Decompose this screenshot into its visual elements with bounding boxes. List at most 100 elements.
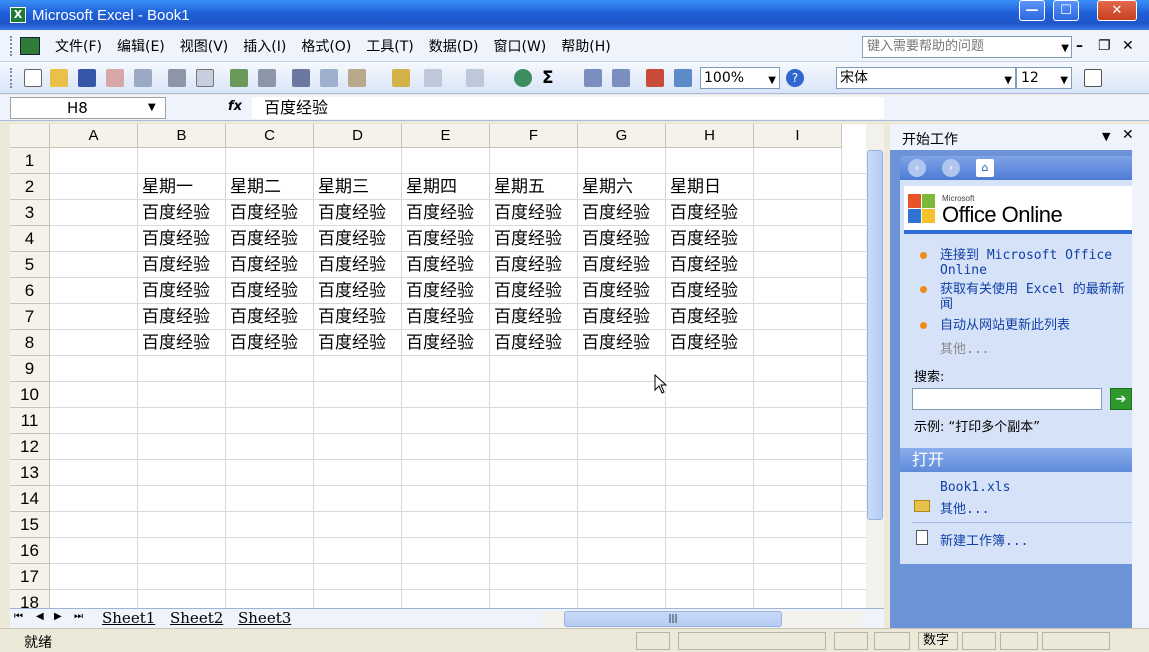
column-header-b[interactable]: B	[138, 124, 226, 148]
column-header-c[interactable]: C	[226, 124, 314, 148]
select-all-corner[interactable]	[10, 124, 50, 148]
cell-f3[interactable]: 百度经验	[490, 200, 580, 226]
cell-h8[interactable]: 百度经验	[666, 330, 756, 356]
save-icon[interactable]	[78, 69, 96, 87]
chevron-down-icon[interactable]: ▼	[1060, 71, 1068, 91]
vertical-scrollbar[interactable]	[866, 124, 884, 608]
new-workbook-link[interactable]: 新建工作簿...	[940, 530, 1028, 549]
forward-icon[interactable]: ›	[942, 159, 960, 177]
menu-view[interactable]: 视图(V)	[180, 36, 229, 56]
minimize-button[interactable]: —	[1019, 0, 1045, 21]
menu-tools[interactable]: 工具(T)	[366, 36, 413, 56]
horizontal-scroll-thumb[interactable]: |||	[564, 611, 782, 627]
cell-e7[interactable]: 百度经验	[402, 304, 492, 330]
cell-d6[interactable]: 百度经验	[314, 278, 404, 304]
drawing-icon[interactable]	[674, 69, 692, 87]
menubar-grip[interactable]	[10, 35, 14, 56]
cell-d2[interactable]: 星期三	[314, 174, 404, 200]
row-header-6[interactable]: 6	[10, 278, 50, 304]
redo-icon[interactable]	[466, 69, 484, 87]
doc-minimize-icon[interactable]: –	[1076, 38, 1083, 54]
cell-h6[interactable]: 百度经验	[666, 278, 756, 304]
prev-sheet-icon[interactable]: ◀	[36, 611, 44, 622]
column-header-a[interactable]: A	[50, 124, 138, 148]
sheet-tab-3[interactable]: Sheet3	[238, 609, 291, 629]
column-header-i[interactable]: I	[754, 124, 842, 148]
cell-d8[interactable]: 百度经验	[314, 330, 404, 356]
help-icon[interactable]: ?	[786, 69, 804, 87]
cell-g8[interactable]: 百度经验	[578, 330, 668, 356]
task-pane-title[interactable]: 开始工作	[902, 129, 958, 149]
next-sheet-icon[interactable]: ▶	[54, 611, 62, 622]
maximize-button[interactable]: ☐	[1053, 0, 1079, 21]
name-box[interactable]: H8	[10, 97, 166, 119]
column-header-d[interactable]: D	[314, 124, 402, 148]
worksheet-grid[interactable]: ABCDEFGHI 1 2 3 4 5 6 7 8 9 10 11 12 13 14 15 16 17 18 星期…	[10, 124, 866, 608]
cell-e6[interactable]: 百度经验	[402, 278, 492, 304]
font-select[interactable]: 宋体 ▼	[836, 67, 1016, 89]
email-icon[interactable]	[134, 69, 152, 87]
row-header-17[interactable]: 17	[10, 564, 50, 590]
cell-b5[interactable]: 百度经验	[138, 252, 228, 278]
recent-file-link[interactable]: Book1.xls	[940, 480, 1010, 495]
row-header-13[interactable]: 13	[10, 460, 50, 486]
menu-file[interactable]: 文件(F)	[55, 36, 102, 56]
cell-e5[interactable]: 百度经验	[402, 252, 492, 278]
sheet-tab-1[interactable]: Sheet1	[102, 609, 155, 629]
cell-c2[interactable]: 星期二	[226, 174, 316, 200]
task-pane-scrollbar[interactable]	[1132, 124, 1149, 628]
cell-g3[interactable]: 百度经验	[578, 200, 668, 226]
horizontal-scrollbar[interactable]: |||	[542, 611, 862, 627]
doc-close-icon[interactable]: ✕	[1122, 38, 1134, 54]
sort-ascending-icon[interactable]	[584, 69, 602, 87]
cell-c4[interactable]: 百度经验	[226, 226, 316, 252]
cell-c3[interactable]: 百度经验	[226, 200, 316, 226]
formula-input[interactable]: 百度经验	[252, 97, 884, 119]
cell-h5[interactable]: 百度经验	[666, 252, 756, 278]
chevron-down-icon[interactable]: ▼	[768, 71, 776, 91]
sort-descending-icon[interactable]	[612, 69, 630, 87]
row-header-4[interactable]: 4	[10, 226, 50, 252]
open-more-link[interactable]: 其他...	[940, 498, 989, 517]
cell-h4[interactable]: 百度经验	[666, 226, 756, 252]
cell-c6[interactable]: 百度经验	[226, 278, 316, 304]
row-header-10[interactable]: 10	[10, 382, 50, 408]
menu-edit[interactable]: 编辑(E)	[117, 36, 165, 56]
cell-g4[interactable]: 百度经验	[578, 226, 668, 252]
cell-f7[interactable]: 百度经验	[490, 304, 580, 330]
link-connect-office-online[interactable]: 连接到 Microsoft Office Online	[940, 248, 1135, 278]
row-header-15[interactable]: 15	[10, 512, 50, 538]
help-search-input[interactable]: 键入需要帮助的问题 ▼	[862, 36, 1072, 58]
cell-e4[interactable]: 百度经验	[402, 226, 492, 252]
borders-icon[interactable]	[1084, 69, 1102, 87]
cell-c8[interactable]: 百度经验	[226, 330, 316, 356]
cell-c5[interactable]: 百度经验	[226, 252, 316, 278]
row-header-1[interactable]: 1	[10, 148, 50, 174]
cell-g5[interactable]: 百度经验	[578, 252, 668, 278]
cell-d5[interactable]: 百度经验	[314, 252, 404, 278]
chevron-down-icon[interactable]: ▼	[1061, 39, 1069, 59]
cell-e8[interactable]: 百度经验	[402, 330, 492, 356]
chevron-down-icon[interactable]: ▼	[1102, 130, 1110, 143]
cell-d4[interactable]: 百度经验	[314, 226, 404, 252]
menu-window[interactable]: 窗口(W)	[494, 36, 547, 56]
cell-g7[interactable]: 百度经验	[578, 304, 668, 330]
chevron-down-icon[interactable]: ▼	[148, 102, 156, 113]
column-header-g[interactable]: G	[578, 124, 666, 148]
row-header-5[interactable]: 5	[10, 252, 50, 278]
copy-icon[interactable]	[320, 69, 338, 87]
autosum-icon[interactable]: Σ	[542, 69, 560, 87]
task-pane-search-input[interactable]	[912, 388, 1102, 410]
home-icon[interactable]: ⌂	[976, 159, 994, 177]
workbook-icon[interactable]	[20, 36, 40, 55]
cell-h2[interactable]: 星期日	[666, 174, 756, 200]
office-online-logo[interactable]: Microsoft Office Online	[904, 186, 1134, 230]
cell-b3[interactable]: 百度经验	[138, 200, 228, 226]
cell-e3[interactable]: 百度经验	[402, 200, 492, 226]
print-icon[interactable]	[168, 69, 186, 87]
cell-f6[interactable]: 百度经验	[490, 278, 580, 304]
column-header-e[interactable]: E	[402, 124, 490, 148]
column-header-h[interactable]: H	[666, 124, 754, 148]
cell-g6[interactable]: 百度经验	[578, 278, 668, 304]
link-auto-update-list[interactable]: 自动从网站更新此列表	[940, 318, 1135, 333]
